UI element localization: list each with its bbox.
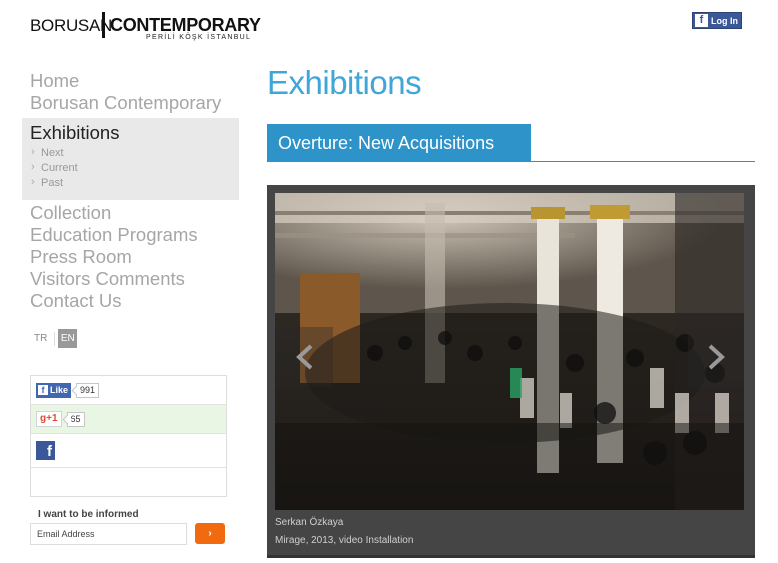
chevron-right-icon — [708, 344, 725, 370]
chevron-left-icon — [296, 344, 313, 370]
work-caption: Mirage, 2013, video Installation — [275, 535, 414, 546]
subnav-item-past[interactable]: Past — [22, 175, 239, 191]
newsletter-label: I want to be informed — [38, 509, 139, 520]
subnav-item-next[interactable]: Next — [22, 145, 239, 161]
social-empty-row — [31, 468, 226, 497]
google-plus-count: 65 — [66, 411, 85, 427]
lang-en[interactable]: EN — [58, 329, 78, 348]
like-label: Like — [50, 385, 69, 395]
logo-brand: BORUSAN — [30, 16, 112, 35]
facebook-icon: f — [695, 14, 708, 27]
nav-item-home[interactable]: Home — [22, 70, 239, 92]
exhibition-photo-illustration — [275, 193, 744, 510]
lang-divider — [54, 331, 56, 346]
nav-item-press-room[interactable]: Press Room — [22, 246, 239, 268]
facebook-login-label: Log In — [711, 15, 738, 26]
email-field[interactable] — [30, 523, 187, 545]
facebook-page-row: f — [31, 434, 226, 468]
nav-item-collection[interactable]: Collection — [22, 202, 239, 224]
main-nav: Home Borusan Contemporary Exhibitions Ne… — [22, 70, 239, 312]
nav-item-exhibitions[interactable]: Exhibitions — [22, 122, 239, 144]
facebook-page-icon[interactable]: f — [36, 441, 55, 460]
lang-tr[interactable]: TR — [30, 329, 51, 348]
facebook-login-button[interactable]: f Log In — [692, 12, 742, 29]
facebook-icon: f — [38, 385, 48, 395]
slider-prev-button[interactable] — [277, 327, 333, 387]
logo-subtitle: PERİLİ KÖŞK İSTANBUL — [146, 34, 252, 41]
exhibitions-submenu: Next Current Past — [22, 145, 239, 191]
nav-active-section: Exhibitions Next Current Past — [22, 118, 239, 200]
language-switcher: TR EN — [30, 329, 78, 348]
nav-rest: Collection Education Programs Press Room… — [22, 202, 239, 312]
artist-caption: Serkan Özkaya — [275, 517, 344, 528]
facebook-like-row: f Like 991 — [31, 376, 226, 405]
logo-name: CONTEMPORARY — [110, 15, 261, 35]
exhibition-title[interactable]: Overture: New Acquisitions — [267, 124, 531, 162]
facebook-like-button[interactable]: f Like — [36, 382, 72, 398]
exhibition-title-rule — [267, 161, 755, 162]
exhibition-photo — [275, 193, 744, 510]
newsletter-submit-button[interactable]: › — [195, 523, 225, 544]
google-plus-label: g+1 — [40, 413, 58, 424]
google-plus-row: g+1 65 — [31, 405, 226, 434]
slider-next-button[interactable] — [688, 327, 744, 387]
nav-item-education-programs[interactable]: Education Programs — [22, 224, 239, 246]
image-slider: Serkan Özkaya Mirage, 2013, video Instal… — [267, 185, 755, 558]
nav-item-contact-us[interactable]: Contact Us — [22, 290, 239, 312]
social-box: f Like 991 g+1 65 f — [30, 375, 227, 497]
subnav-item-current[interactable]: Current — [22, 160, 239, 176]
like-count: 991 — [76, 382, 100, 398]
logo-divider — [102, 12, 105, 38]
nav-item-borusan-contemporary[interactable]: Borusan Contemporary — [22, 92, 239, 114]
nav-item-visitors-comments[interactable]: Visitors Comments — [22, 268, 239, 290]
google-plus-button[interactable]: g+1 — [36, 411, 62, 427]
page-title: Exhibitions — [267, 64, 422, 101]
